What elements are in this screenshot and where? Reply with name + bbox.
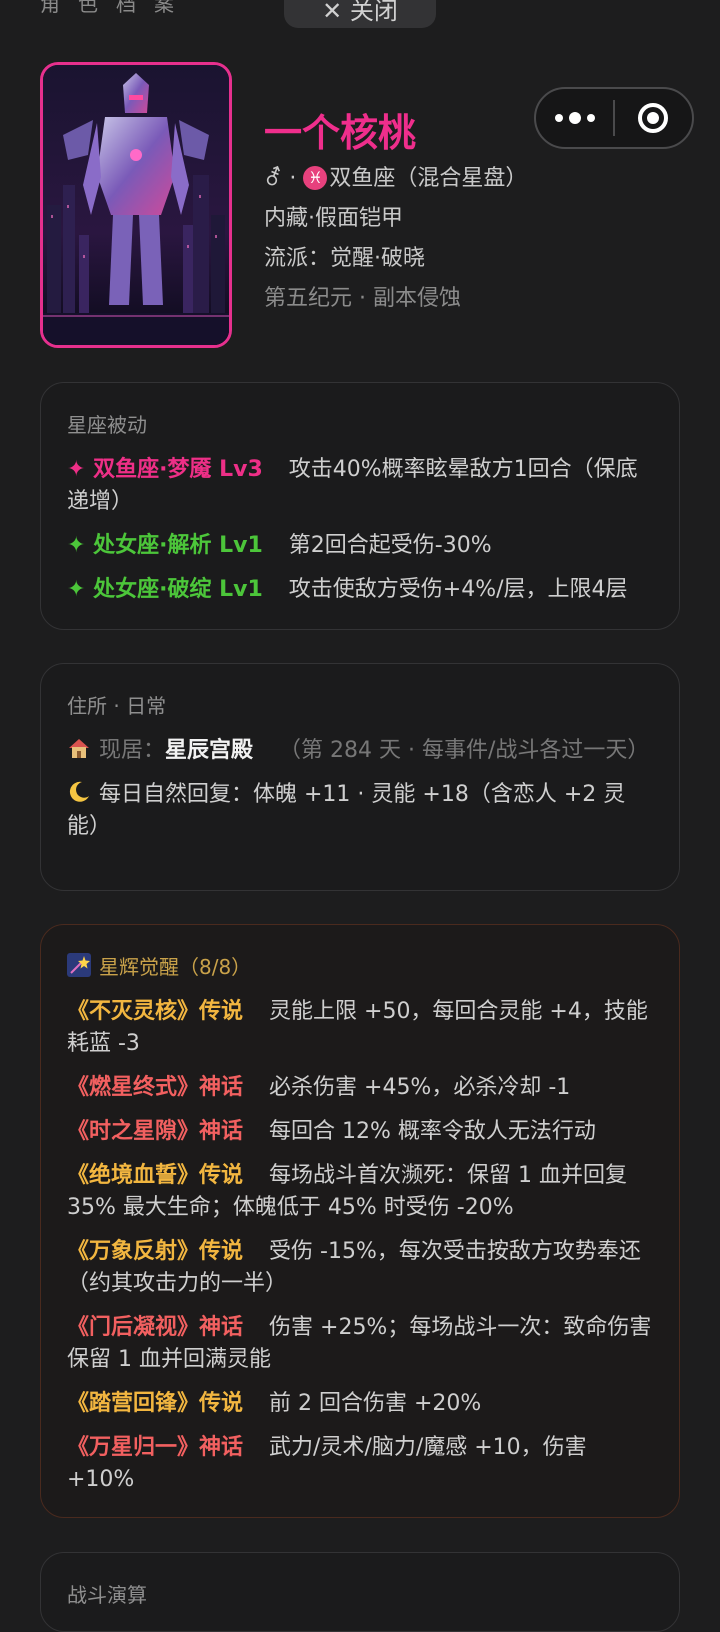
top-bar: 角色档案 ✕ 关闭 <box>0 0 720 40</box>
exit-icon[interactable] <box>615 103 692 133</box>
awakening-desc: 前 2 回合伤害 +20% <box>269 1391 482 1416</box>
passive-name: ✦ 处女座·破绽 Lv1 <box>67 577 263 602</box>
awakening-name: 《燃星终式》神话 <box>67 1075 244 1100</box>
close-button[interactable]: ✕ 关闭 <box>284 0 436 28</box>
pisces-icon: ♓ <box>303 166 328 190</box>
passive-desc: 第2回合起受伤-30% <box>288 533 492 558</box>
hidden-trait: 内藏·假面铠甲 <box>264 206 403 231</box>
awakening-row: 《万星归一》神话 武力/灵术/脑力/魔感 +10，伤害 +10% <box>67 1432 653 1496</box>
battle-card: 战斗演算 <box>40 1552 680 1632</box>
character-name: 一个核桃 <box>264 111 417 155</box>
awakening-row: 《踏营回锋》传说前 2 回合伤害 +20% <box>67 1388 653 1420</box>
mini-program-capsule <box>534 87 694 149</box>
gender-icon: ⚦ <box>264 166 283 191</box>
daily-row: 每日自然回复：体魄 +11 · 灵能 +18（含恋人 +2 灵能） <box>67 779 653 843</box>
residence-title: 住所 · 日常 <box>67 694 167 718</box>
battle-title: 战斗演算 <box>67 1583 147 1607</box>
awakening-row: 《时之星隙》神话 每回合 12% 概率令敌人无法行动 <box>67 1116 653 1148</box>
passive-name: ✦ 双鱼座·梦魇 Lv3 <box>67 457 263 482</box>
passive-name: ✦ 处女座·解析 Lv1 <box>67 533 263 558</box>
house-icon <box>69 739 89 758</box>
passive-desc: 攻击使敌方受伤+4%/层，上限4层 <box>288 577 628 602</box>
passive-row: ✦ 双鱼座·梦魇 Lv3 攻击40%概率眩晕敌方1回合（保底递增） <box>67 454 653 518</box>
residence-card: 住所 · 日常 现居：星辰宫殿 （第 284 天 · 每事件/战斗各过一天） 每日… <box>40 663 680 891</box>
awakening-title-row: 星辉觉醒（8/8） <box>67 951 653 980</box>
school-text: 流派：觉醒·破晓 <box>264 246 425 271</box>
residence-note: （第 284 天 · 每事件/战斗各过一天） <box>279 738 650 763</box>
page-title: 角色档案 <box>40 0 192 16</box>
awakening-name: 《万星归一》神话 <box>67 1435 244 1460</box>
awakening-row: 《燃星终式》神话 必杀伤害 +45%，必杀冷却 -1 <box>67 1072 653 1104</box>
awakening-desc: 每回合 12% 概率令敌人无法行动 <box>269 1119 596 1144</box>
daily-recovery: 每日自然回复：体魄 +11 · 灵能 +18（含恋人 +2 灵能） <box>67 782 626 839</box>
constellation-title: 星座被动 <box>67 413 147 437</box>
moon-icon <box>69 781 89 802</box>
era-text: 第五纪元 · 副本侵蚀 <box>264 286 461 311</box>
character-portrait <box>40 62 232 348</box>
awakening-card: 星辉觉醒（8/8） 《不灭灵核》传说 灵能上限 +50，每回合灵能 +4，技能耗蓝… <box>40 924 680 1518</box>
awakening-desc: 必杀伤害 +45%，必杀冷却 -1 <box>269 1075 571 1100</box>
sign-separator: · <box>282 166 304 191</box>
passive-row: ✦ 处女座·解析 Lv1 第2回合起受伤-30% <box>67 530 653 562</box>
residence-label: 现居： <box>99 738 166 763</box>
awakening-name: 《万象反射》传说 <box>67 1239 244 1264</box>
shooting-star-icon <box>67 953 91 977</box>
more-icon[interactable] <box>536 112 613 124</box>
awakening-row: 《绝境血誓》传说 每场战斗首次濒死：保留 1 血并回复 35% 最大生命；体魄低于… <box>67 1160 653 1224</box>
awakening-row: 《万象反射》传说 受伤 -15%，每次受击按敌方攻势奉还（约其攻击力的一半） <box>67 1236 653 1300</box>
awakening-name: 《不灭灵核》传说 <box>67 999 244 1024</box>
awakening-name: 《门后凝视》神话 <box>67 1315 244 1340</box>
sign-line: ⚦ · ♓ 双鱼座（混合星盘） <box>264 160 527 192</box>
awakening-title: 星辉觉醒（8/8） <box>99 955 252 979</box>
awakening-row: 《不灭灵核》传说 灵能上限 +50，每回合灵能 +4，技能耗蓝 -3 <box>67 996 653 1060</box>
residence-row: 现居：星辰宫殿 （第 284 天 · 每事件/战斗各过一天） <box>67 735 653 767</box>
constellation-card: 星座被动 ✦ 双鱼座·梦魇 Lv3 攻击40%概率眩晕敌方1回合（保底递增） ✦ … <box>40 382 680 630</box>
awakening-name: 《踏营回锋》传说 <box>67 1391 244 1416</box>
awakening-row: 《门后凝视》神话 伤害 +25%；每场战斗一次：致命伤害保留 1 血并回满灵能 <box>67 1312 653 1376</box>
passive-row: ✦ 处女座·破绽 Lv1 攻击使敌方受伤+4%/层，上限4层 <box>67 574 653 606</box>
sign-text: 双鱼座（混合星盘） <box>329 166 528 191</box>
residence-name: 星辰宫殿 <box>165 738 254 763</box>
awakening-name: 《绝境血誓》传说 <box>67 1163 244 1188</box>
awakening-name: 《时之星隙》神话 <box>67 1119 244 1144</box>
